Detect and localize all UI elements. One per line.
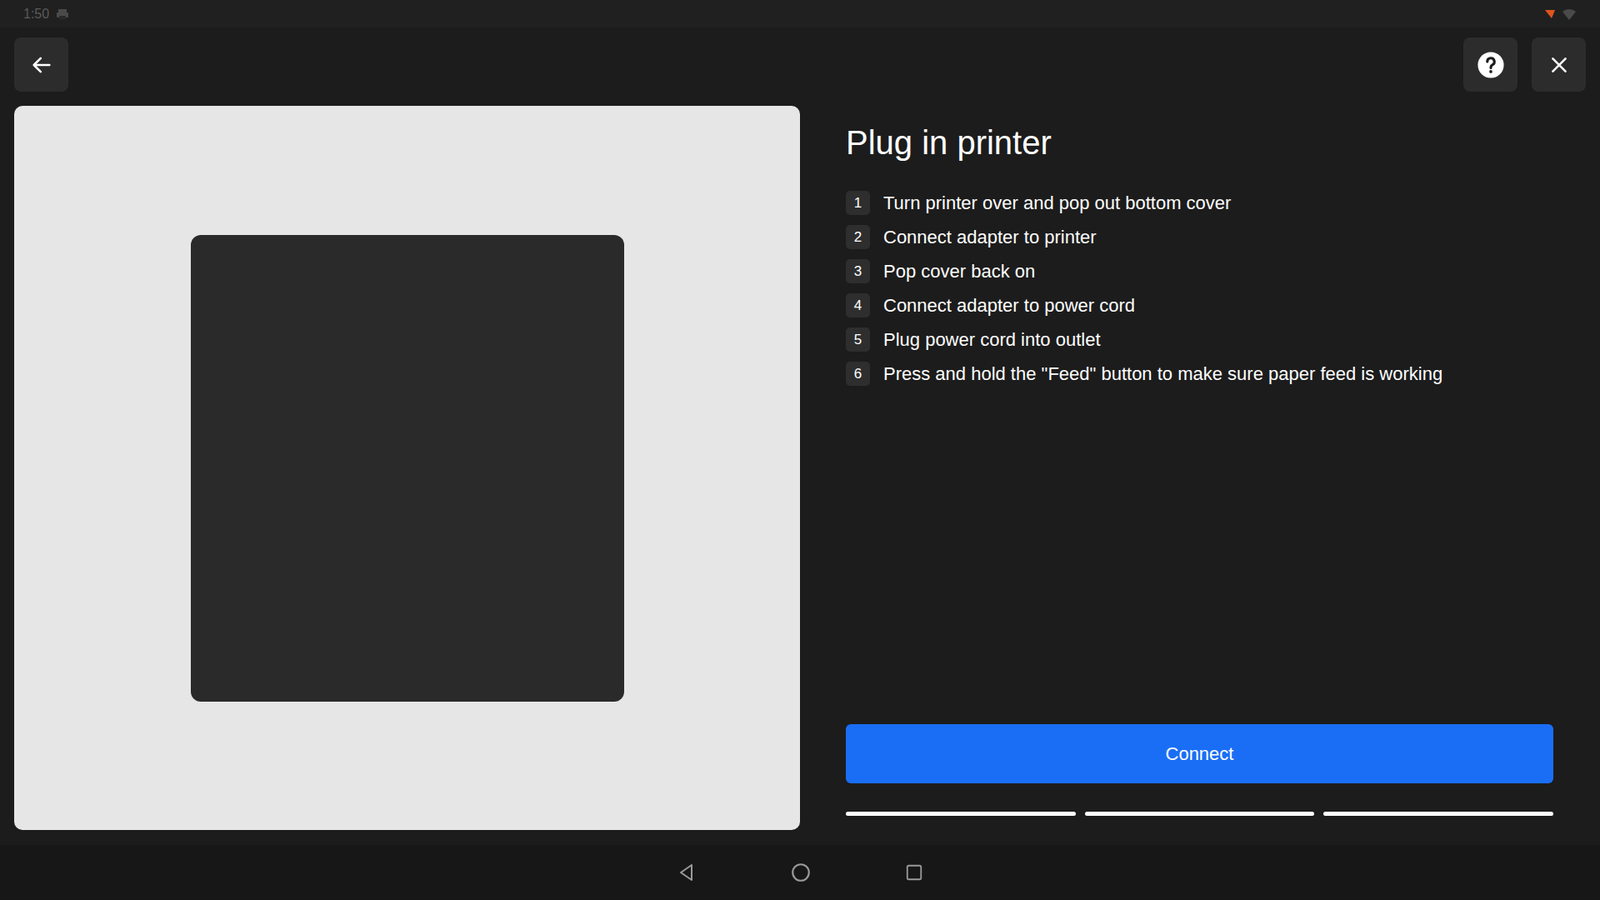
progress-segment <box>1323 811 1554 816</box>
step-item: 4 Connect adapter to power cord <box>845 288 1554 323</box>
step-text: Turn printer over and pop out bottom cov… <box>883 191 1231 215</box>
step-number: 3 <box>845 259 870 284</box>
printer-shape <box>190 235 625 702</box>
step-number: 1 <box>845 190 870 215</box>
step-text: Connect adapter to power cord <box>883 294 1135 318</box>
close-button[interactable] <box>1531 37 1586 92</box>
connect-button[interactable]: Connect <box>845 724 1554 784</box>
step-text: Plug power cord into outlet <box>883 328 1101 352</box>
progress-segment <box>845 811 1076 816</box>
step-text: Connect adapter to printer <box>883 225 1097 250</box>
navigation-bar <box>0 845 1600 900</box>
steps-list: 1 Turn printer over and pop out bottom co… <box>845 185 1554 391</box>
nav-home-icon[interactable] <box>790 861 812 884</box>
step-text: Pop cover back on <box>883 260 1035 284</box>
step-number: 6 <box>845 361 870 386</box>
back-button[interactable] <box>14 37 69 92</box>
printer-photo <box>14 105 800 830</box>
instructions-panel: Plug in printer 1 Turn printer over and p… <box>845 105 1554 845</box>
toolbar <box>0 27 1600 106</box>
page-title: Plug in printer <box>845 122 1554 163</box>
nav-back-icon[interactable] <box>676 862 697 883</box>
help-button[interactable] <box>1463 37 1518 92</box>
progress-segment <box>1085 811 1315 816</box>
step-item: 1 Turn printer over and pop out bottom co… <box>845 185 1554 220</box>
step-item: 6 Press and hold the "Feed" button to mak… <box>845 356 1554 391</box>
step-item: 3 Pop cover back on <box>845 254 1554 289</box>
close-icon <box>1548 54 1570 76</box>
status-bar: 1:50 <box>0 0 1600 28</box>
nav-recents-icon[interactable] <box>905 863 924 882</box>
printer-icon <box>55 7 70 21</box>
step-item: 5 Plug power cord into outlet <box>845 322 1554 357</box>
step-number: 5 <box>845 327 870 352</box>
wifi-icon <box>1561 7 1577 21</box>
step-text: Press and hold the "Feed" button to make… <box>883 362 1443 386</box>
progress-bar <box>845 811 1554 816</box>
step-item: 2 Connect adapter to printer <box>845 220 1554 255</box>
status-time: 1:50 <box>23 4 50 25</box>
back-arrow-icon <box>30 53 54 77</box>
step-number: 2 <box>845 225 870 250</box>
step-number: 4 <box>845 293 870 318</box>
notification-icon <box>1543 8 1557 20</box>
help-icon <box>1476 50 1505 80</box>
